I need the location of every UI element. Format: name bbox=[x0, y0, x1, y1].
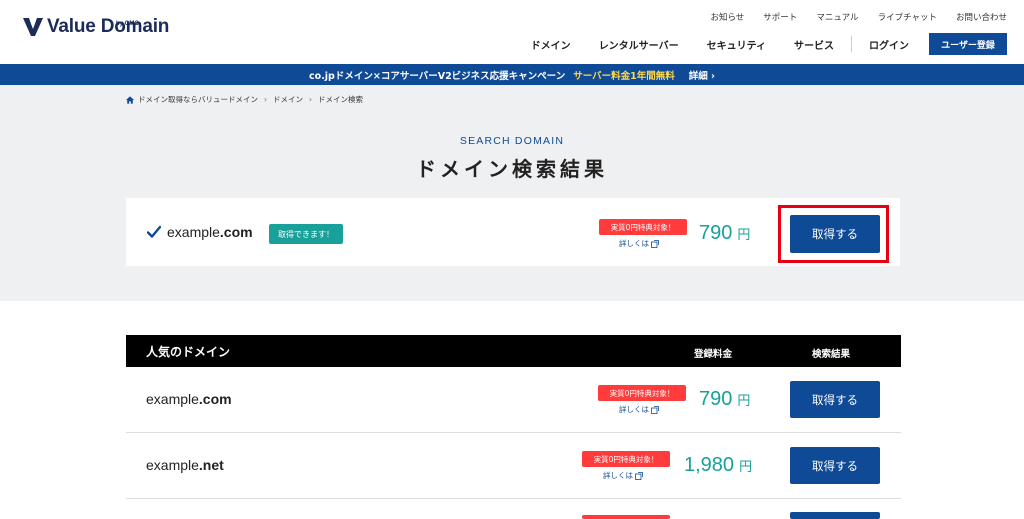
check-icon bbox=[147, 225, 161, 238]
price-unit: 円 bbox=[737, 227, 751, 242]
domain-tld: .net bbox=[198, 457, 224, 473]
nav-rental-server[interactable]: レンタルサーバー bbox=[599, 37, 679, 52]
nav-domain[interactable]: ドメイン bbox=[531, 37, 571, 52]
row-price: 1,980 円 bbox=[684, 454, 752, 477]
search-subtitle: SEARCH DOMAIN bbox=[459, 135, 565, 147]
breadcrumb-domain[interactable]: ドメイン bbox=[273, 94, 303, 105]
table-row: example.com 実質0円特典対象！ 詳しくは 790 円 取得する bbox=[126, 367, 901, 433]
page-title: ドメイン検索結果 bbox=[416, 157, 608, 181]
popular-domains-header: 人気のドメイン 登録料金 検索結果 bbox=[126, 335, 901, 367]
price-value: 790 bbox=[699, 222, 733, 244]
domain-label: example bbox=[146, 457, 199, 473]
price-value: 1,980 bbox=[684, 454, 735, 476]
promo-link-text: 詳しくは bbox=[603, 471, 633, 480]
register-button[interactable]: ユーザー登録 bbox=[929, 33, 1007, 55]
get-domain-button[interactable]: 取得する bbox=[790, 381, 880, 418]
promo-badge: 実質0円特典対象！ bbox=[598, 385, 686, 401]
column-header-fee: 登録料金 bbox=[694, 349, 733, 360]
util-nav-news[interactable]: お知らせ bbox=[710, 11, 744, 23]
breadcrumb-current: ドメイン検索 bbox=[318, 95, 363, 104]
logo-sub: by GMO bbox=[116, 21, 140, 27]
nav-security[interactable]: セキュリティ bbox=[707, 37, 766, 52]
site-logo[interactable]: Value Domain bbox=[22, 16, 169, 38]
row-price: 790 円 bbox=[699, 388, 750, 411]
banner-more-link[interactable]: 詳細 › bbox=[689, 68, 715, 82]
price-unit: 円 bbox=[739, 459, 753, 474]
promo-badge: 実質0円特典対象！ bbox=[582, 451, 670, 467]
home-icon bbox=[126, 95, 134, 104]
price-unit: 円 bbox=[737, 393, 751, 408]
util-nav-contact[interactable]: お問い合わせ bbox=[956, 11, 1007, 23]
promo-badge: 実質0円特典対象！ bbox=[599, 219, 687, 235]
campaign-banner[interactable]: co.jpドメイン×コアサーバーV2ビジネス応援キャンペーン サーバー料金1年間… bbox=[0, 64, 1024, 85]
domain-tld: .com bbox=[198, 391, 232, 407]
search-result-section: ドメイン取得ならバリュードメイン › ドメイン › ドメイン検索 SEARCH … bbox=[0, 85, 1024, 301]
breadcrumb-separator-icon: › bbox=[264, 95, 267, 104]
main-nav: ドメイン レンタルサーバー セキュリティ サービス ログイン ユーザー登録 bbox=[531, 33, 1007, 55]
domain-label: example bbox=[167, 224, 220, 240]
banner-highlight: サーバー料金1年間無料 bbox=[573, 70, 675, 82]
available-badge: 取得できます！ bbox=[269, 224, 343, 244]
external-link-icon bbox=[651, 405, 659, 414]
external-link-icon bbox=[651, 239, 659, 248]
column-header-result: 検索結果 bbox=[812, 349, 851, 360]
row-domain-name: example.net bbox=[146, 457, 224, 473]
value-domain-logo-icon bbox=[23, 18, 43, 36]
promo-badge-partial bbox=[582, 515, 670, 519]
nav-services[interactable]: サービス bbox=[794, 37, 834, 52]
row-domain-name: example.com bbox=[146, 391, 232, 407]
highlight-annotation-box bbox=[778, 205, 889, 263]
search-result-card: example.com 取得できます！ 実質0円特典対象！ 詳しくは 790 円 … bbox=[126, 198, 900, 266]
site-header: Value Domain by GMO お知らせ サポート マニュアル ライブチ… bbox=[0, 0, 1024, 64]
price-value: 790 bbox=[699, 388, 733, 410]
util-nav-live-chat[interactable]: ライブチャット bbox=[878, 11, 937, 23]
nav-divider bbox=[851, 36, 852, 52]
popular-title: 人気のドメイン bbox=[146, 345, 231, 359]
nav-login[interactable]: ログイン bbox=[869, 37, 909, 52]
domain-tld: .com bbox=[219, 224, 253, 240]
breadcrumb-separator-icon: › bbox=[309, 95, 312, 104]
breadcrumb-home[interactable]: ドメイン取得ならバリュードメイン bbox=[138, 94, 258, 105]
util-nav-support[interactable]: サポート bbox=[763, 11, 797, 23]
get-domain-button[interactable]: 取得する bbox=[790, 447, 880, 484]
promo-detail-link[interactable]: 詳しくは bbox=[619, 238, 659, 249]
result-domain-name: example.com bbox=[167, 224, 253, 240]
banner-text: co.jpドメイン×コアサーバーV2ビジネス応援キャンペーン bbox=[309, 70, 566, 82]
get-domain-button-partial[interactable] bbox=[790, 512, 880, 519]
promo-link-text: 詳しくは bbox=[619, 239, 649, 248]
result-price: 790 円 bbox=[699, 222, 750, 245]
promo-detail-link[interactable]: 詳しくは bbox=[619, 404, 659, 415]
domain-label: example bbox=[146, 391, 199, 407]
util-nav-manual[interactable]: マニュアル bbox=[816, 11, 858, 23]
breadcrumb: ドメイン取得ならバリュードメイン › ドメイン › ドメイン検索 bbox=[126, 94, 363, 105]
promo-detail-link[interactable]: 詳しくは bbox=[603, 470, 643, 481]
table-row: example.net 実質0円特典対象！ 詳しくは 1,980 円 取得する bbox=[126, 433, 901, 499]
utility-nav: お知らせ サポート マニュアル ライブチャット お問い合わせ bbox=[710, 11, 1007, 23]
promo-link-text: 詳しくは bbox=[619, 405, 649, 414]
external-link-icon bbox=[635, 471, 643, 480]
logo-text: Value Domain bbox=[47, 16, 170, 37]
